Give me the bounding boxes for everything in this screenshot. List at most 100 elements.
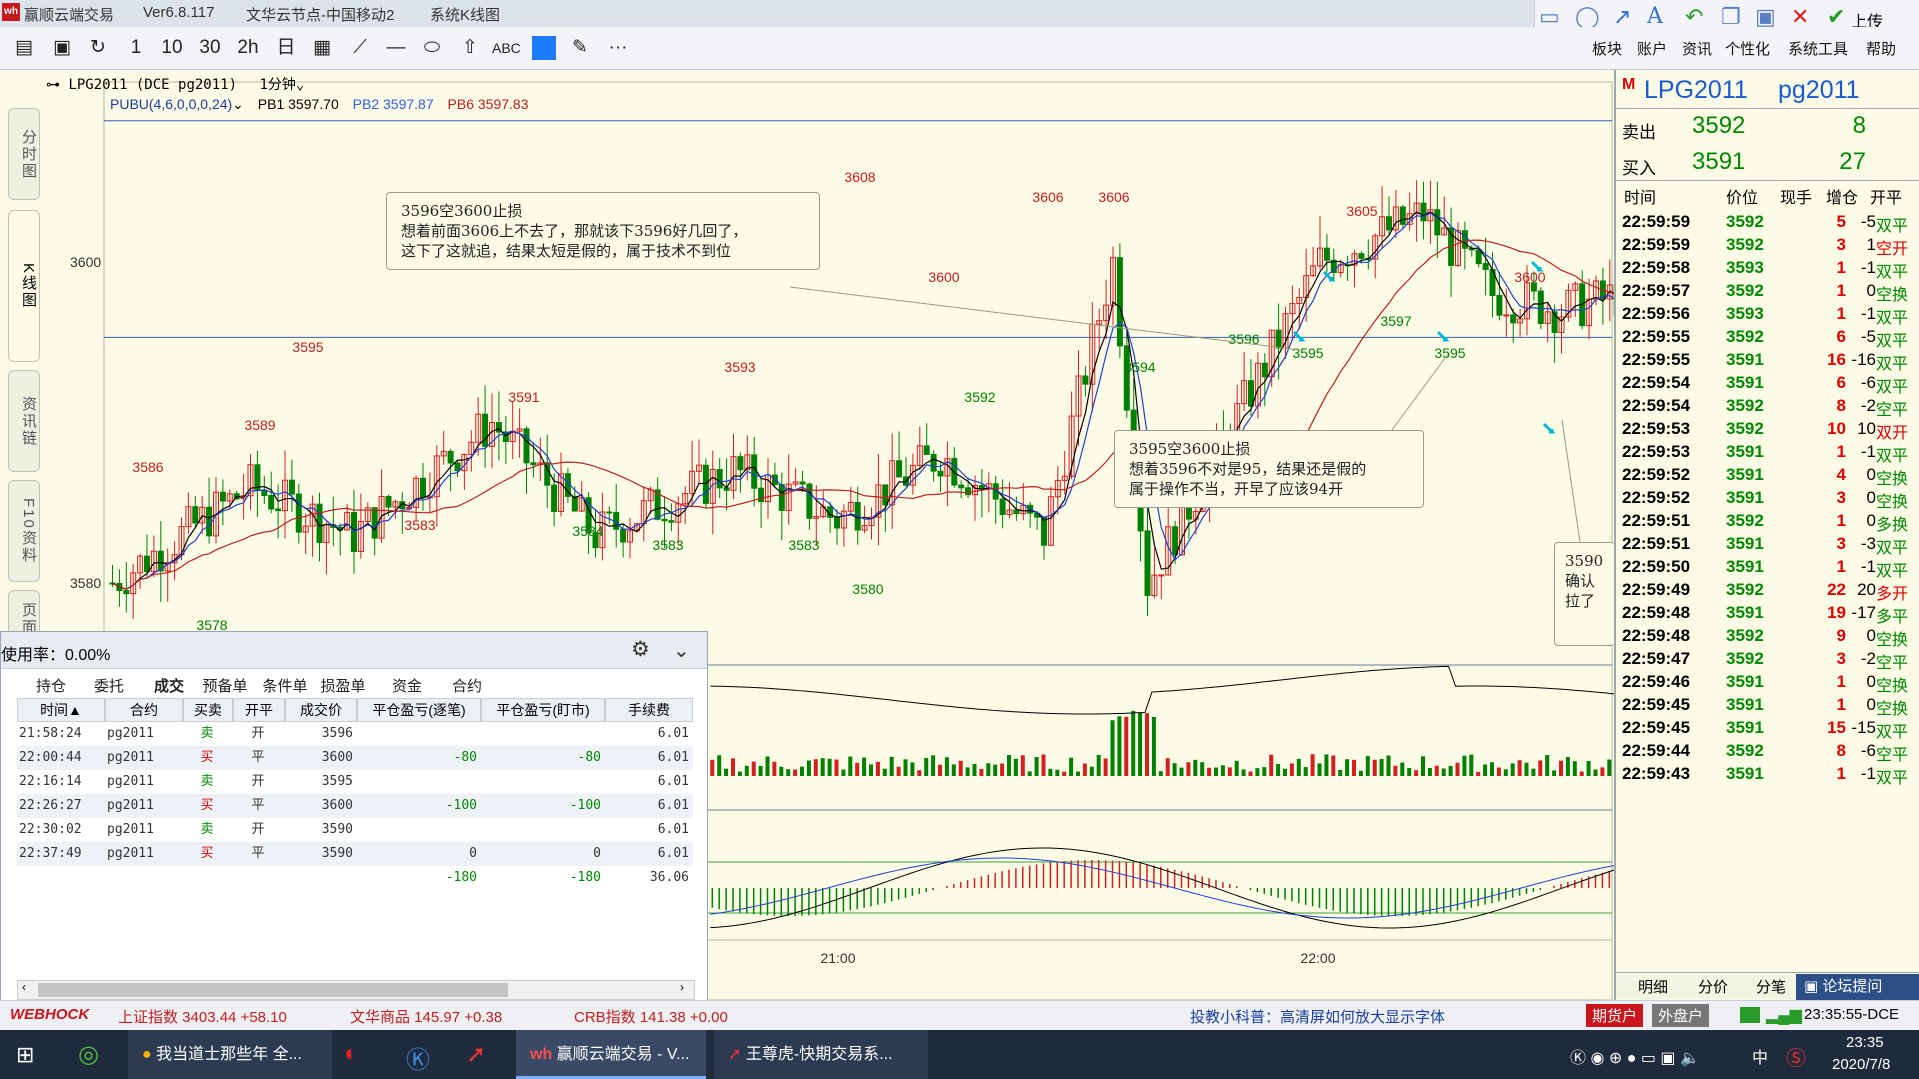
refresh-icon[interactable]: ↻ [86,35,110,61]
cell-6 [483,770,601,794]
tab-4[interactable]: 条件单 [257,676,313,698]
windows-start-icon[interactable]: ⊞ [16,1042,34,1068]
scroll-right-icon[interactable]: › [680,980,684,994]
period-2h-button[interactable]: 2h [236,35,260,61]
app-red-icon[interactable]: ◐ [344,1040,359,1068]
app-arrow-icon[interactable]: ➚ [466,1040,486,1069]
period-dropdown[interactable]: 1分钟 [259,77,295,93]
ime-indicator[interactable]: 中 [1752,1044,1768,1068]
tick-row[interactable]: 22:59:43 3591 1 -1 双平 [1616,760,1919,788]
order-icon[interactable]: ▤ [12,35,36,61]
settings-gear-icon[interactable]: ⚙ [631,637,650,662]
trade-row[interactable]: 22:30:02 pg2011 卖 开 3590 6.01 [17,818,693,842]
volume-bar [724,768,729,776]
total-row[interactable]: -180 -180 36.06 [17,866,693,890]
col-header-2[interactable]: 买卖 [183,698,233,722]
text-abc-button[interactable]: ABC [492,35,521,61]
futures-account-button[interactable]: 期货户 [1586,1004,1644,1027]
tick-oi-change: -5 [1860,212,1876,231]
menu-sector[interactable]: 板块 [1592,38,1622,59]
tip-text[interactable]: 投教小科普：高清屏如何放大显示字体 [1190,1006,1445,1027]
col-header-1[interactable]: 合约 [105,698,183,722]
tick-price: 3593 [1726,258,1764,277]
col-header-6[interactable]: 平仓盈亏(盯市) [481,698,605,722]
layout-grid-icon[interactable]: ▦ [310,35,334,61]
tab-1[interactable]: 委托 [81,676,137,698]
low-label: 3595 [1292,345,1323,361]
col-header-3[interactable]: 开平 [233,698,285,722]
tab-kline[interactable]: K线图 [8,210,40,362]
cell-0: 22:16:14 [19,774,82,789]
col-header-0[interactable]: 时间▲ [17,698,105,722]
text-tool-icon[interactable]: A [1647,4,1663,29]
period-10-button[interactable]: 10 [160,35,184,61]
pen-icon[interactable]: ✎ [568,35,592,61]
tab-3[interactable]: 预备单 [197,676,253,698]
annotation-note-1[interactable]: 3596空3600止损 想着前面3606上不去了，那就该下3596好几回了， 这… [386,192,820,270]
ellipse-icon[interactable]: ⬭ [420,35,444,61]
col-header-4[interactable]: 成交价 [285,698,357,722]
trade-row[interactable]: 21:58:24 pg2011 卖 开 3596 6.01 [17,722,693,746]
menu-account[interactable]: 账户 [1637,38,1667,59]
trade-row[interactable]: 22:26:27 pg2011 买 平 3600 -100 -100 6.01 [17,794,693,818]
more-button[interactable]: ··· [606,35,630,61]
tab-2[interactable]: 成交 [141,676,197,698]
task-browser[interactable]: ● 我当道士那些年 全... [128,1030,332,1079]
period-day-button[interactable]: 日 [274,35,298,61]
tab-0[interactable]: 持仓 [23,676,79,698]
tab-by-price[interactable]: 分价 [1698,976,1728,997]
volume-bar [1200,762,1205,776]
save-icon[interactable]: ▣ [50,35,74,61]
tray-icons[interactable]: Ⓚ ◉ ⊕ ● ▭ ▣ 🔈 [1570,1044,1700,1068]
volume-bar [1234,760,1239,776]
col-header-7[interactable]: 手续费 [605,698,693,722]
tab-detail[interactable]: 明细 [1638,976,1668,997]
high-label: 3600 [928,269,959,285]
menu-personalize[interactable]: 个性化 [1725,38,1770,59]
task-wenhua[interactable]: wh 赢顺云端交易 - V... [516,1030,706,1079]
volume-bar [1172,763,1177,776]
annotation-note-3[interactable]: 3590 确认 拉了 [1554,542,1615,646]
task-kuaiqi[interactable]: ➚ 王尊虎-快期交易系... [714,1030,928,1079]
trade-grid[interactable]: 21:58:24 pg2011 卖开 3596 6.01 22:00:44 pg2011 买平… [17,722,693,972]
indicator-name[interactable]: PUBU(4,6,0,0,0,24) [110,96,232,112]
trade-row[interactable]: 22:37:49 pg2011 买 平 3590 0 0 6.01 [17,842,693,866]
wechat-icon[interactable]: ◎ [78,1040,99,1069]
horizontal-scrollbar[interactable]: ‹ › [17,980,695,1000]
sogou-icon[interactable]: Ⓢ [1786,1042,1806,1071]
tab-f10[interactable]: F10资料 [8,480,40,582]
color-swatch[interactable] [532,36,556,60]
tick-list[interactable]: 22:59:59 3592 5 -5 双平 22:59:59 3592 3 1 空开 22:59:5… [1616,208,1919,978]
menu-help[interactable]: 帮助 [1866,38,1896,59]
trade-row[interactable]: 22:00:44 pg2011 买 平 3600 -80 -80 6.01 [17,746,693,770]
chevron-down-icon[interactable]: ⌄ [296,77,304,93]
tab-ticks[interactable]: 分笔 [1756,976,1786,997]
scroll-left-icon[interactable]: ‹ [22,980,26,994]
app-k-icon[interactable]: Ⓚ [406,1040,430,1075]
annotation-note-2[interactable]: 3595空3600止损 想着3596不对是95，结果还是假的 属于操作不当，开早… [1114,430,1424,508]
col-header-5[interactable]: 平仓盈亏(逐笔) [357,698,481,722]
tab-7[interactable]: 合约 [439,676,495,698]
period-1-button[interactable]: 1 [124,35,148,61]
tick-time: 22:59:53 [1622,419,1691,438]
chevron-down-icon[interactable]: ⌄ [232,96,244,112]
volume-bar [1524,762,1529,776]
foreign-account-button[interactable]: 外盘户 [1652,1004,1710,1027]
cell-6 [483,722,601,746]
forum-button[interactable]: ▣ 论坛提问 [1796,974,1919,1000]
collapse-chevron-icon[interactable]: ⌄ [673,638,690,663]
trendline-icon[interactable]: ⟋ [348,35,372,61]
tick-oi-change: -17 [1851,603,1876,622]
arrow-up-icon[interactable]: ⇧ [458,35,482,61]
tab-timeshare[interactable]: 分时图 [8,108,40,200]
volume-bar [1131,710,1136,776]
trade-row[interactable]: 22:16:14 pg2011 卖 开 3595 6.01 [17,770,693,794]
menu-system-tools[interactable]: 系统工具 [1788,38,1848,59]
period-30-button[interactable]: 30 [198,35,222,61]
tab-5[interactable]: 损盈单 [315,676,371,698]
note-leader [1391,353,1449,431]
tab-6[interactable]: 资金 [379,676,435,698]
menu-news[interactable]: 资讯 [1682,38,1712,59]
hline-icon[interactable]: — [384,35,408,61]
tab-news-chain[interactable]: 资讯链 [8,370,40,472]
